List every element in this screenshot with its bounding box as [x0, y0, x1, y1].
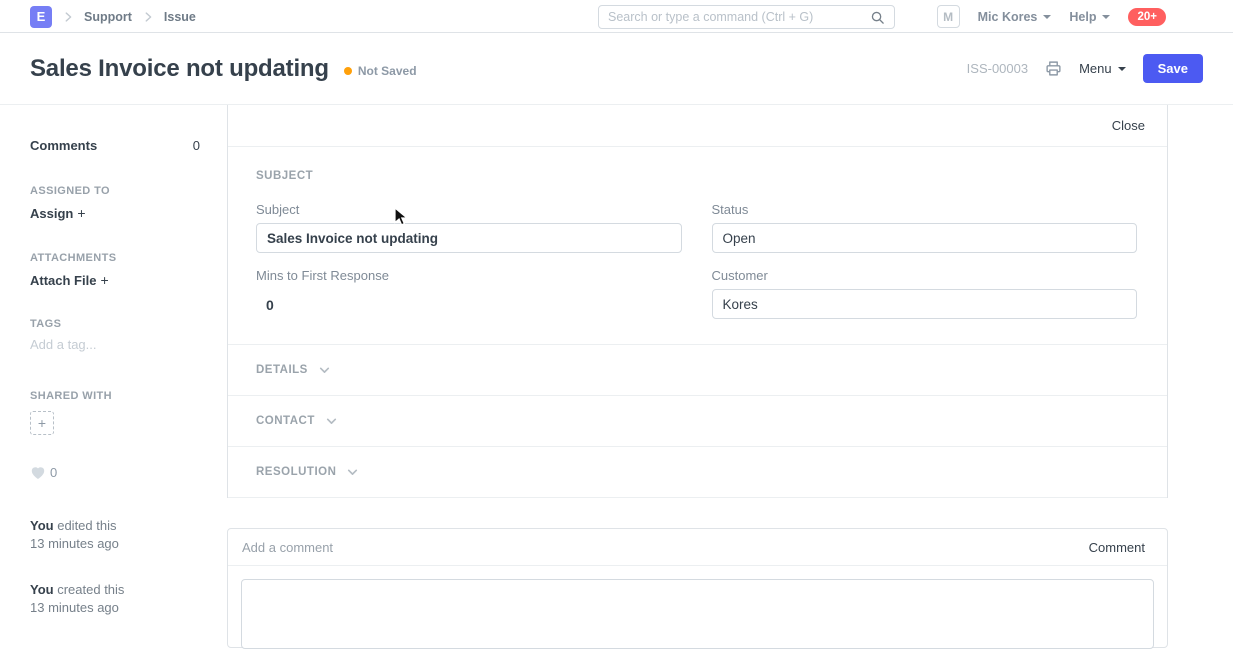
form-body: Close SUBJECT Subject Mins to First Resp… — [227, 105, 1168, 498]
search-icon — [870, 10, 885, 25]
customer-input[interactable] — [712, 289, 1138, 319]
notifications-badge[interactable]: 20+ — [1128, 8, 1166, 26]
chevron-right-icon — [61, 10, 75, 24]
subject-field-label: Subject — [256, 202, 682, 217]
activity-action: edited this — [57, 518, 116, 533]
print-icon[interactable] — [1045, 60, 1062, 77]
subject-section-heading: SUBJECT — [256, 170, 1137, 182]
resolution-section-heading: RESOLUTION — [256, 466, 336, 478]
heart-icon — [30, 465, 46, 480]
attach-file-label: Attach File — [30, 273, 96, 288]
status-indicator: Not Saved — [344, 64, 417, 78]
user-name: Mic Kores — [978, 10, 1038, 24]
page-head: Sales Invoice not updating Not Saved ISS… — [0, 33, 1233, 105]
activity-who: You — [30, 518, 54, 533]
comment-box: Add a comment Comment — [227, 528, 1168, 648]
details-section-heading: DETAILS — [256, 364, 308, 376]
contact-section-heading: CONTACT — [256, 415, 315, 427]
plus-icon: + — [38, 415, 46, 431]
section-subject: SUBJECT Subject Mins to First Response 0… — [228, 147, 1167, 345]
avatar[interactable]: M — [937, 5, 960, 28]
search-input[interactable] — [608, 10, 870, 24]
caret-down-icon — [1102, 15, 1110, 19]
menu-label: Menu — [1079, 61, 1112, 76]
breadcrumb-issue[interactable]: Issue — [164, 10, 196, 24]
chevron-right-icon — [141, 10, 155, 24]
section-details[interactable]: DETAILS — [228, 345, 1167, 396]
add-comment-placeholder[interactable]: Add a comment — [242, 540, 333, 555]
mins-field-label: Mins to First Response — [256, 268, 682, 283]
not-saved-dot-icon — [344, 67, 352, 75]
attachments-heading: ATTACHMENTS — [30, 252, 116, 264]
comments-count: 0 — [193, 138, 200, 153]
plus-icon: + — [100, 272, 108, 288]
menu-button[interactable]: Menu — [1079, 61, 1126, 76]
comment-box-body — [228, 566, 1167, 662]
customer-field-label: Customer — [712, 268, 1138, 283]
section-contact[interactable]: CONTACT — [228, 396, 1167, 447]
tags-heading: TAGS — [30, 318, 61, 330]
activity-when: 13 minutes ago — [30, 600, 119, 615]
user-menu[interactable]: Mic Kores — [978, 10, 1052, 24]
form-sidebar: Comments 0 ASSIGNED TO Assign + ATTACHMEN… — [30, 105, 200, 614]
comment-submit-button[interactable]: Comment — [1089, 540, 1145, 555]
subject-input[interactable] — [256, 223, 682, 253]
add-tag-input[interactable]: Add a tag... — [30, 337, 97, 352]
help-label: Help — [1069, 10, 1096, 24]
comments-row[interactable]: Comments 0 — [30, 138, 200, 153]
activity-created: You created this 13 minutes ago — [30, 581, 124, 617]
navbar-right: M Mic Kores Help 20+ — [937, 0, 1166, 33]
assigned-to-heading: ASSIGNED TO — [30, 185, 110, 197]
chevron-down-icon — [325, 415, 338, 428]
status-field-label: Status — [712, 202, 1138, 217]
assign-label: Assign — [30, 206, 73, 221]
activity-who: You — [30, 582, 54, 597]
navbar: E Support Issue M Mic Kores Help 20+ — [0, 0, 1233, 33]
likes-count: 0 — [50, 465, 57, 480]
page-title: Sales Invoice not updating — [30, 55, 329, 83]
activity-action: created this — [57, 582, 124, 597]
close-row: Close — [228, 105, 1167, 147]
close-button[interactable]: Close — [1112, 118, 1145, 133]
comment-text-input[interactable] — [241, 579, 1154, 649]
help-menu[interactable]: Help — [1069, 10, 1110, 24]
breadcrumb: E Support Issue — [30, 0, 196, 33]
comment-box-header: Add a comment Comment — [228, 529, 1167, 566]
share-add-button[interactable]: + — [30, 411, 54, 435]
section-resolution[interactable]: RESOLUTION — [228, 447, 1167, 498]
caret-down-icon — [1118, 67, 1126, 71]
save-button[interactable]: Save — [1143, 54, 1203, 83]
chevron-down-icon — [346, 466, 359, 479]
activity-when: 13 minutes ago — [30, 536, 119, 551]
mins-field-value: 0 — [256, 289, 682, 313]
chevron-down-icon — [318, 364, 331, 377]
like-button[interactable]: 0 — [30, 465, 57, 480]
not-saved-label: Not Saved — [358, 64, 417, 78]
caret-down-icon — [1043, 15, 1051, 19]
activity-edited: You edited this 13 minutes ago — [30, 517, 119, 553]
shared-with-heading: SHARED WITH — [30, 390, 112, 402]
app-logo[interactable]: E — [30, 6, 52, 28]
attach-file-button[interactable]: Attach File + — [30, 272, 109, 290]
plus-icon: + — [77, 205, 85, 221]
doc-id: ISS-00003 — [967, 61, 1028, 76]
status-input[interactable] — [712, 223, 1138, 253]
global-search[interactable] — [598, 5, 895, 29]
page-head-actions: ISS-00003 Menu Save — [967, 54, 1203, 83]
assign-button[interactable]: Assign + — [30, 205, 86, 223]
breadcrumb-support[interactable]: Support — [84, 10, 132, 24]
comments-link[interactable]: Comments — [30, 138, 97, 153]
